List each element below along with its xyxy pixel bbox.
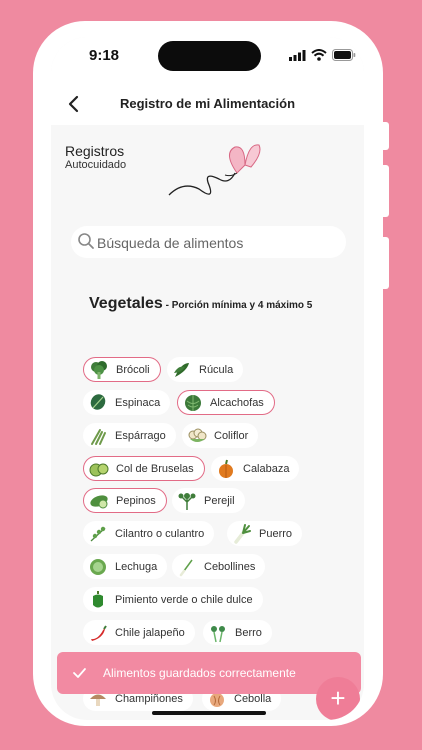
food-chip-lechuga[interactable]: Lechuga — [83, 554, 168, 579]
food-chip-calabaza[interactable]: Calabaza — [211, 456, 300, 481]
category-name: Vegetales — [89, 295, 163, 312]
wifi-icon — [311, 49, 327, 61]
side-button — [383, 165, 389, 217]
side-button — [383, 237, 389, 289]
records-title: Registros — [65, 143, 125, 159]
check-icon — [73, 668, 86, 678]
side-button — [383, 122, 389, 150]
watercress-icon — [211, 625, 225, 642]
food-label: Cebollines — [204, 560, 256, 573]
cauliflower-icon — [188, 428, 207, 442]
food-chip-pimiento-verde[interactable]: Pimiento verde o chile dulce — [83, 587, 263, 612]
cilantro-icon — [90, 526, 106, 541]
parsley-icon — [178, 492, 196, 510]
food-label: Champiñones — [115, 692, 183, 705]
food-chip-alcachofas[interactable]: Alcachofas — [177, 390, 275, 415]
brussels-sprouts-icon — [89, 463, 109, 476]
artichoke-icon — [185, 394, 201, 411]
food-chip-esparrago[interactable]: Espárrago — [83, 423, 176, 448]
butterfly-illustration — [168, 144, 261, 196]
food-chip-espinaca[interactable]: Espinaca — [83, 390, 171, 415]
status-bar: 9:18 — [51, 37, 364, 83]
food-label: Calabaza — [243, 462, 290, 475]
food-chip-coliflor[interactable]: Coliflor — [182, 423, 259, 448]
navigation-bar: Registro de mi Alimentación — [51, 83, 364, 125]
add-button[interactable]: + — [316, 677, 360, 720]
food-label: Alcachofas — [210, 396, 264, 409]
scallion-icon — [179, 559, 193, 576]
app-screen: 9:18 Registro de mi Alimentación Registr… — [51, 37, 364, 720]
food-label: Col de Bruselas — [116, 462, 194, 475]
pumpkin-icon — [219, 459, 233, 478]
success-toast: Alimentos guardados correctamente — [57, 652, 361, 694]
status-icons — [289, 49, 356, 61]
food-label: Pimiento verde o chile dulce — [115, 593, 253, 606]
food-chip-berro[interactable]: Berro — [203, 620, 272, 645]
food-label: Brócoli — [116, 363, 150, 376]
records-subtitle: Autocuidado — [65, 159, 127, 171]
food-label: Pepinos — [116, 494, 156, 507]
signal-icon — [289, 49, 306, 61]
food-label: Cebolla — [234, 692, 272, 705]
search-bar[interactable] — [71, 226, 346, 258]
food-label: Puerro — [259, 527, 293, 540]
food-label: Espárrago — [115, 429, 166, 442]
food-chip-perejil[interactable]: Perejil — [172, 488, 245, 513]
food-label: Berro — [235, 626, 262, 639]
search-input[interactable] — [95, 230, 339, 256]
search-icon — [78, 233, 94, 249]
food-label: Espinaca — [115, 396, 161, 409]
food-chip-cilantro[interactable]: Cilantro o culantro — [83, 521, 215, 546]
food-label: Cilantro o culantro — [115, 527, 205, 540]
food-label: Coliflor — [214, 429, 249, 442]
food-label: Lechuga — [115, 560, 158, 573]
lettuce-icon — [90, 558, 106, 575]
food-chip-rucula[interactable]: Rúcula — [167, 357, 244, 382]
spinach-icon — [90, 393, 106, 410]
food-chip-puerro[interactable]: Puerro — [227, 521, 303, 546]
battery-icon — [332, 49, 356, 61]
asparagus-icon — [91, 428, 106, 445]
cucumber-icon — [90, 494, 108, 508]
food-chip-cebollines[interactable]: Cebollines — [172, 554, 266, 579]
green-pepper-icon — [93, 590, 103, 607]
food-chip-chile-jalapeno[interactable]: Chile jalapeño — [83, 620, 195, 645]
category-portion: - Porción mínima y 4 máximo 5 — [162, 300, 313, 311]
arugula-icon — [174, 362, 189, 377]
food-label: Rúcula — [199, 363, 234, 376]
food-label: Perejil — [204, 494, 235, 507]
toast-message: Alimentos guardados correctamente — [103, 666, 296, 680]
food-label: Chile jalapeño — [115, 626, 185, 639]
food-chip-brocoli[interactable]: Brócoli — [83, 357, 161, 382]
dynamic-island — [158, 41, 261, 71]
food-chip-pepinos[interactable]: Pepinos — [83, 488, 167, 513]
category-header: Vegetales - Porción mínima y 4 máximo 5 — [89, 294, 339, 315]
page-title: Registro de mi Alimentación — [119, 96, 296, 111]
home-indicator — [152, 711, 266, 715]
broccoli-icon — [91, 360, 107, 379]
leek-icon — [234, 523, 251, 544]
food-chip-col-de-bruselas[interactable]: Col de Bruselas — [83, 456, 205, 481]
status-time: 9:18 — [89, 47, 120, 64]
chili-icon — [91, 624, 107, 641]
